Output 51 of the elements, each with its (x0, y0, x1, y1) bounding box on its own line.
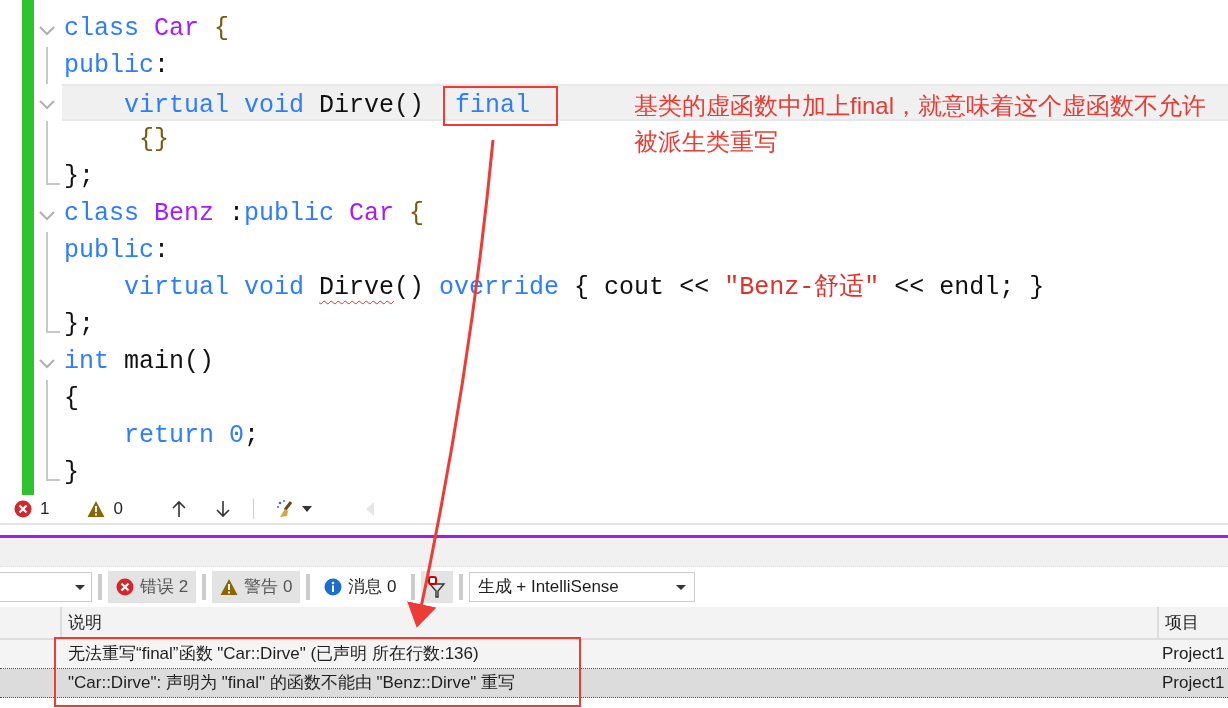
fold-guide-icon (46, 47, 48, 84)
fold-end-icon (46, 306, 60, 333)
filter-button[interactable]: 错误 2 (108, 571, 197, 603)
collapse-icon (38, 208, 56, 221)
source-dropdown[interactable]: 生成 + IntelliSense (468, 572, 695, 602)
code-line: } (64, 457, 79, 489)
filter-shape-icon (426, 576, 447, 598)
project-name: Project1 (1162, 643, 1225, 666)
fold-end-icon (46, 158, 60, 185)
code-line: return 0; (123, 420, 260, 452)
caret-icon (675, 584, 686, 590)
caret-icon (301, 506, 312, 512)
code-line: class Benz :public Car { (64, 198, 425, 230)
error-description: 无法重写“final”函数 "Car::Dirve" (已声明 所在行数:136) (68, 643, 480, 666)
collapse-icon (38, 23, 56, 36)
info-icon (324, 578, 343, 596)
project-name: Project1 (1162, 672, 1225, 695)
error-row[interactable]: 无法重写“final”函数 "Car::Dirve" (已声明 所在行数:136) Project1 (0, 640, 1228, 669)
warning-count: 0 (113, 498, 123, 521)
code-line: int main() (64, 346, 215, 378)
brush-icon[interactable] (275, 499, 294, 519)
warning-icon (220, 578, 239, 596)
code-line: public: (64, 50, 170, 82)
error-icon (116, 578, 134, 596)
fold-end-icon (46, 454, 60, 481)
error-count: 1 (40, 498, 50, 521)
collapse-icon (38, 97, 56, 110)
scroll-left-icon (365, 502, 374, 516)
code-line: }; (64, 309, 94, 341)
column-header[interactable]: 项目 (1157, 607, 1228, 638)
code-line: public: (64, 235, 170, 267)
column-header[interactable]: 说明 (60, 607, 1157, 638)
caret-icon (75, 584, 85, 590)
fold-guide-icon (46, 121, 48, 158)
filter-button[interactable]: 消息 0 (316, 571, 405, 603)
filter-button[interactable]: 警告 0 (212, 571, 301, 603)
code-line: virtual void Dirve() (123, 90, 426, 122)
code-line: class Car { (64, 13, 230, 45)
code-line: }; (64, 161, 94, 193)
error-icon (14, 500, 32, 518)
collapse-icon (38, 356, 56, 369)
highlighted-keyword: final (443, 86, 559, 126)
annotation-text: 基类的虚函数中加上final，就意味着这个虚函数不允许被派生类重写 (634, 91, 1208, 157)
error-row[interactable]: "Car::Dirve": 声明为 "final" 的函数不能由 "Benz::Dirve" 重写 Project1 (0, 669, 1228, 698)
code-line: { (64, 383, 79, 415)
code-line: {} (138, 124, 170, 156)
up-arrow-icon[interactable] (170, 500, 187, 518)
filter-icon[interactable] (420, 571, 453, 603)
error-description: "Car::Dirve": 声明为 "final" 的函数不能由 "Benz::Dirve" 重写 (68, 672, 517, 695)
warning-icon (87, 500, 106, 518)
down-arrow-icon[interactable] (214, 500, 231, 518)
